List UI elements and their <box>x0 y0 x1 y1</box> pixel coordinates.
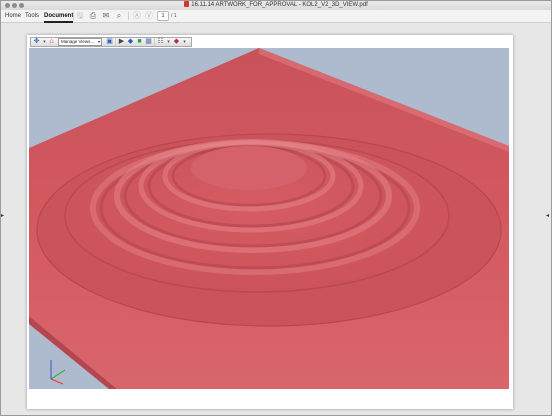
3d-model-render <box>29 48 509 389</box>
pdf-file-icon <box>184 1 190 7</box>
3d-viewport[interactable] <box>29 48 509 389</box>
fit-icon[interactable]: ▣ <box>105 38 114 46</box>
axis-triad-icon <box>50 360 66 385</box>
chevron-down-icon: ▾ <box>97 39 100 44</box>
page-down-icon[interactable]: Ⓥ <box>144 11 154 21</box>
save-icon[interactable]: 🖫 <box>75 11 85 21</box>
title-bar: 16.11.14 ARTWORK_FOR_APPROVAL - KOL2_V2_… <box>1 1 551 10</box>
mail-icon[interactable]: ✉ <box>101 11 111 21</box>
search-icon[interactable]: ⌕ <box>114 11 124 21</box>
document-area[interactable]: ▸ ◂ ✥ ▾ ⌂ Manage Views... ▾ ▣ ▶ ◆ ■ ▦ ☷ … <box>1 23 551 415</box>
page-up-icon[interactable]: Ⓐ <box>132 11 142 21</box>
lighting-icon[interactable]: ▶ <box>117 38 126 46</box>
tab-home[interactable]: Home <box>5 10 21 23</box>
toolbar-divider <box>115 38 116 46</box>
toolbar-divider <box>154 38 155 46</box>
right-panel-handle-icon[interactable]: ◂ <box>546 212 549 219</box>
window-title: 16.11.14 ARTWORK_FOR_APPROVAL - KOL2_V2_… <box>1 1 551 10</box>
page-number-input[interactable]: 1 <box>157 11 169 21</box>
views-dropdown-label: Manage Views... <box>61 39 95 44</box>
tab-tools[interactable]: Tools <box>25 10 39 23</box>
home-view-icon[interactable]: ⌂ <box>47 38 56 46</box>
pdf-page: ✥ ▾ ⌂ Manage Views... ▾ ▣ ▶ ◆ ■ ▦ ☷ ▾ ◆ … <box>27 35 513 409</box>
app-window: 16.11.14 ARTWORK_FOR_APPROVAL - KOL2_V2_… <box>0 0 552 416</box>
background-icon[interactable]: ■ <box>135 38 144 46</box>
main-toolbar: Home Tools Document 🖫 ⎙ ✉ ⌕ Ⓐ Ⓥ 1 / 1 <box>1 10 551 23</box>
print-icon[interactable]: ⎙ <box>88 11 98 21</box>
toolbar-divider <box>128 12 129 20</box>
cross-section-icon[interactable]: ▦ <box>144 38 153 46</box>
chevron-down-icon[interactable]: ▾ <box>180 38 189 46</box>
center-dome <box>191 146 307 190</box>
render-mode-icon[interactable]: ◆ <box>126 38 135 46</box>
left-panel-handle-icon[interactable]: ▸ <box>1 212 4 219</box>
window-title-text: 16.11.14 ARTWORK_FOR_APPROVAL - KOL2_V2_… <box>191 2 368 8</box>
toolbar-divider <box>73 12 74 20</box>
page-count: / 1 <box>171 13 177 19</box>
views-dropdown[interactable]: Manage Views... ▾ <box>58 38 102 46</box>
3d-toolbar: ✥ ▾ ⌂ Manage Views... ▾ ▣ ▶ ◆ ■ ▦ ☷ ▾ ◆ … <box>30 37 192 47</box>
tab-document[interactable]: Document <box>44 10 74 23</box>
